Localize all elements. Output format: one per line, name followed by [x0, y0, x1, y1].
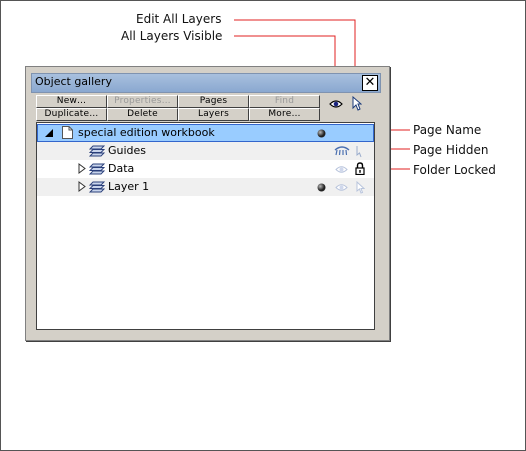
eye-icon[interactable]: [334, 146, 350, 156]
new-button[interactable]: New…: [36, 95, 107, 108]
pointer-icon[interactable]: [356, 181, 365, 194]
expand-arrow-icon[interactable]: [78, 181, 86, 192]
layer-list: special edition workbook Guides Data Lay…: [36, 122, 375, 330]
list-item-label: Layer 1: [108, 180, 150, 193]
dot-icon[interactable]: [317, 129, 326, 138]
list-item-data[interactable]: Data: [37, 160, 374, 178]
callout-folder-locked: Folder Locked: [413, 163, 496, 177]
more-button[interactable]: More…: [249, 108, 320, 121]
layers-button[interactable]: Layers: [178, 108, 249, 121]
list-item-layer-1[interactable]: Layer 1: [37, 178, 374, 196]
callout-edit-all-layers: Edit All Layers: [136, 12, 222, 26]
eye-icon[interactable]: [335, 183, 348, 192]
callout-page-name: Page Name: [413, 123, 482, 137]
close-icon[interactable]: ✕: [362, 75, 378, 91]
collapse-arrow-icon[interactable]: [44, 128, 54, 138]
find-button[interactable]: Find: [249, 95, 320, 108]
eye-icon[interactable]: [329, 99, 343, 109]
callout-all-layers-visible: All Layers Visible: [121, 29, 223, 43]
duplicate-button[interactable]: Duplicate…: [36, 108, 107, 121]
dot-icon[interactable]: [317, 183, 326, 192]
list-item-guides[interactable]: Guides: [37, 142, 374, 160]
lock-icon[interactable]: [355, 162, 365, 175]
eye-icon[interactable]: [335, 165, 348, 174]
gallery-title: Object gallery: [35, 75, 112, 88]
properties-button[interactable]: Properties…: [107, 95, 178, 108]
expand-arrow-icon[interactable]: [78, 163, 86, 174]
list-item-page[interactable]: special edition workbook: [37, 124, 374, 142]
list-item-label: Data: [108, 162, 135, 175]
delete-button[interactable]: Delete: [107, 108, 178, 121]
pages-button[interactable]: Pages: [178, 95, 249, 108]
page-icon: [62, 126, 73, 139]
list-item-label: Guides: [108, 144, 147, 157]
layer-icon: [89, 181, 105, 193]
pointer-icon[interactable]: [356, 145, 365, 158]
callout-page-hidden: Page Hidden: [413, 143, 489, 157]
list-item-label: special edition workbook: [78, 126, 215, 139]
layer-icon: [89, 145, 105, 157]
layer-icon: [89, 163, 105, 175]
gallery-title-bar[interactable]: Object gallery ✕: [31, 73, 381, 93]
pointer-icon[interactable]: [352, 96, 362, 111]
